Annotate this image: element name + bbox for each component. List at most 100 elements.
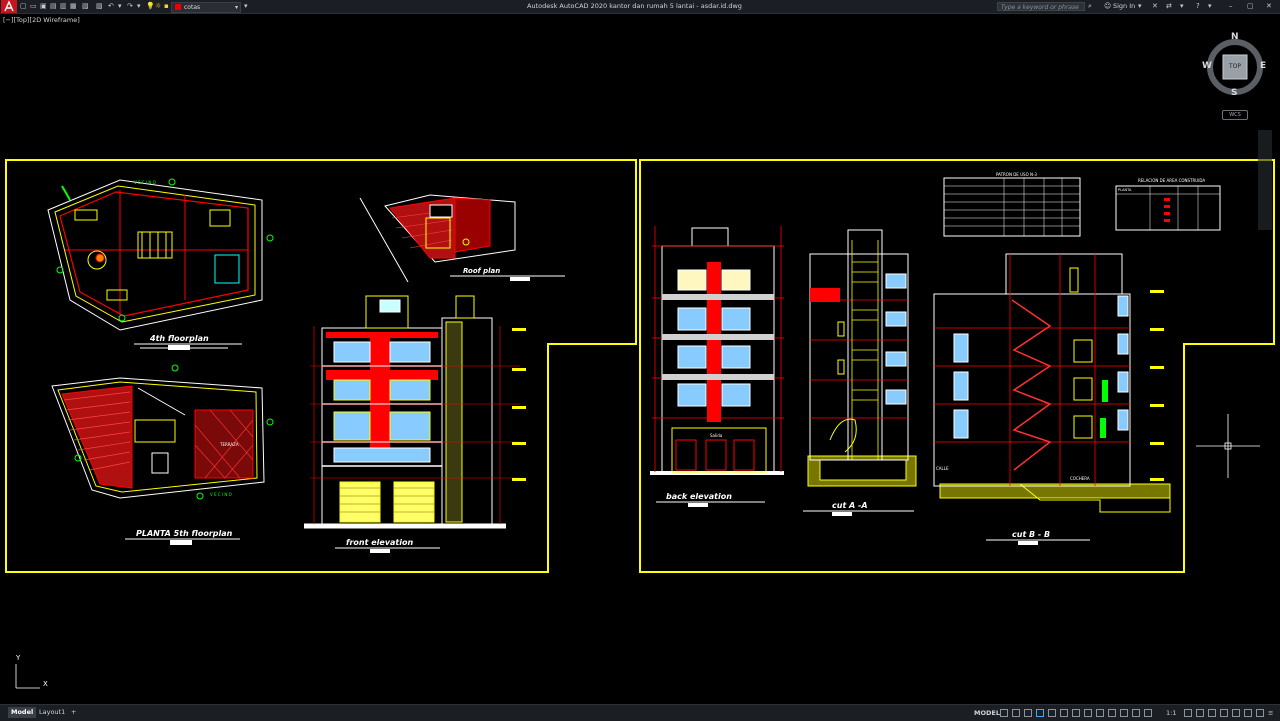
fifth-floorplan-title: PLANTA 5th floorplan [136,529,233,538]
ucs-y-label: Y [16,654,21,662]
osnap-icon[interactable] [1072,709,1080,717]
layer-name: cotas [184,4,201,11]
front-elevation-title: front elevation [346,538,413,547]
drawing-canvas[interactable]: V E C I N O 4th floorplan TERRAZA V E C … [0,14,1280,704]
autocad-a-icon[interactable] [1,0,17,13]
connect-icon[interactable]: ▾ [1180,2,1184,11]
object-track-icon[interactable] [1060,709,1068,717]
annotation-scale-icon[interactable] [1144,709,1152,717]
fifth-floor-plan: TERRAZA V E C I N O PLANTA 5th floorplan [51,364,274,545]
open-icon[interactable]: ▭ [30,2,37,11]
help-dropdown-icon[interactable]: ▾ [1208,2,1212,11]
navigation-bar [1258,130,1272,230]
search-input[interactable]: Type a keyword or phrase [997,2,1085,11]
redo-dropdown-icon[interactable]: ▾ [137,2,141,11]
clean-screen-icon[interactable] [1256,709,1264,717]
roof-plan: Roof plan [359,194,565,283]
calle-label: CALLE [936,466,949,471]
isodraft-icon[interactable] [1048,709,1056,717]
roof-plan-title: Roof plan [463,267,500,275]
tab-layout1[interactable]: Layout1 [36,707,68,718]
customize-toolbar-icon[interactable]: ▾ [244,2,248,11]
undo-dropdown-icon[interactable]: ▾ [118,2,122,11]
front-elevation: front elevation [304,295,526,553]
patron-table-title: PATRON DE USO N-3 [996,172,1037,177]
back-elevation: Salida back elevation [650,226,784,507]
compass-south[interactable]: S [1231,88,1237,98]
quick-properties-icon[interactable] [1220,709,1228,717]
annotation-visibility-icon[interactable] [1120,709,1128,717]
lineweight-icon[interactable] [1084,709,1092,717]
wcs-menu[interactable]: WCS [1222,110,1248,120]
fourth-floor-plan: V E C I N O 4th floorplan [47,178,274,350]
salida-label: Salida [710,433,723,438]
ortho-icon[interactable] [1024,709,1032,717]
sign-in-link[interactable]: Sign In [1113,1,1135,12]
annotation-monitor-icon[interactable] [1196,709,1204,717]
undo-icon[interactable]: ↶ [108,2,114,11]
redo-icon[interactable]: ↷ [127,2,133,11]
fourth-floorplan-title: 4th floorplan [149,334,209,343]
planta-header: PLANTA [1118,188,1132,192]
layer-lock-icon[interactable]: ▪ [164,2,169,11]
customization-menu-icon[interactable]: ≡ [1268,708,1273,718]
cut-b-b: CALLE COCHERA cut B - B [933,253,1171,545]
compass-north[interactable]: N [1231,32,1239,42]
search-icon[interactable]: ⌕ [1088,2,1092,11]
isolate-objects-icon[interactable] [1232,709,1240,717]
cart-icon[interactable]: ✕ [1152,2,1158,11]
help-icon[interactable]: ? [1196,2,1200,11]
vecino-label-bottom: V E C I N O [210,492,232,497]
selection-cycling-icon[interactable] [1108,709,1116,717]
sign-in-dropdown-icon[interactable]: ▾ [1138,2,1142,11]
save-icon[interactable]: ▣ [40,2,47,11]
polar-icon[interactable] [1036,709,1044,717]
exchange-icon[interactable]: ⇄ [1166,2,1172,11]
cut-b-b-title: cut B - B [1012,530,1050,539]
maximize-icon[interactable]: ▢ [1247,2,1254,11]
cut-a-a: cut A -A [803,229,917,516]
cochera-label: COCHERA [1070,476,1090,481]
units-icon[interactable] [1208,709,1216,717]
patron-table: PATRON DE USO N-3 [943,172,1081,237]
close-icon[interactable]: ✕ [1266,2,1272,11]
add-layout-button[interactable]: + [68,707,79,718]
svg-text:TERRAZA: TERRAZA [219,442,239,447]
viewcube-top-face[interactable]: TOP [1225,63,1245,70]
web-icon[interactable]: ▥ [60,2,67,11]
grid-icon[interactable] [1000,709,1008,717]
new-file-icon[interactable]: ▢ [20,2,27,11]
chevron-down-icon: ▾ [234,4,238,11]
save-as-icon[interactable]: ▤ [50,2,57,11]
window-title: Autodesk AutoCAD 2020 kantor dan rumah 5… [527,2,742,10]
workspace-gear-icon[interactable] [1184,709,1192,717]
layer-freeze-icon[interactable]: ☼ [155,2,161,11]
annotation-scale-value[interactable]: 1:1 [1166,708,1176,718]
viewcube[interactable]: TOP N S E W [1202,32,1266,98]
model-space-button[interactable]: MODEL [974,708,1000,718]
plot-preview-icon[interactable]: ▨ [96,2,103,11]
layer-color-swatch [175,4,181,10]
snap-icon[interactable] [1012,709,1020,717]
status-bar: Model Layout1 + MODEL 1:1 ≡ [0,704,1280,721]
layer-dropdown[interactable]: cotas ▾ [171,2,241,13]
back-elevation-title: back elevation [666,492,732,501]
plot-icon[interactable]: ▧ [82,2,89,11]
ucs-icon [15,664,40,689]
minimize-icon[interactable]: – [1229,2,1233,11]
relacion-table-title: RELACION DE AREA CONSTRUIDA [1138,178,1205,183]
layer-on-icon[interactable]: 💡 [146,2,155,11]
compass-east[interactable]: E [1260,61,1266,71]
cut-a-a-title: cut A -A [832,501,868,510]
user-icon[interactable]: ☺ [1104,2,1111,11]
tab-model[interactable]: Model [8,707,37,718]
transparency-icon[interactable] [1096,709,1104,717]
print-icon[interactable]: ▦ [70,2,77,11]
auto-scale-icon[interactable] [1132,709,1140,717]
graphics-performance-icon[interactable] [1244,709,1252,717]
crosshair-cursor [1196,414,1260,478]
compass-west[interactable]: W [1202,61,1212,71]
title-bar: ▢ ▭ ▣ ▤ ▥ ▦ ▧ ▨ ↶ ▾ ↷ ▾ 💡 ☼ ▪ cotas ▾ ▾ … [0,0,1280,14]
vecino-label: V E C I N O [134,180,156,185]
relacion-table: RELACION DE AREA CONSTRUIDA PLANTA [1115,178,1221,231]
